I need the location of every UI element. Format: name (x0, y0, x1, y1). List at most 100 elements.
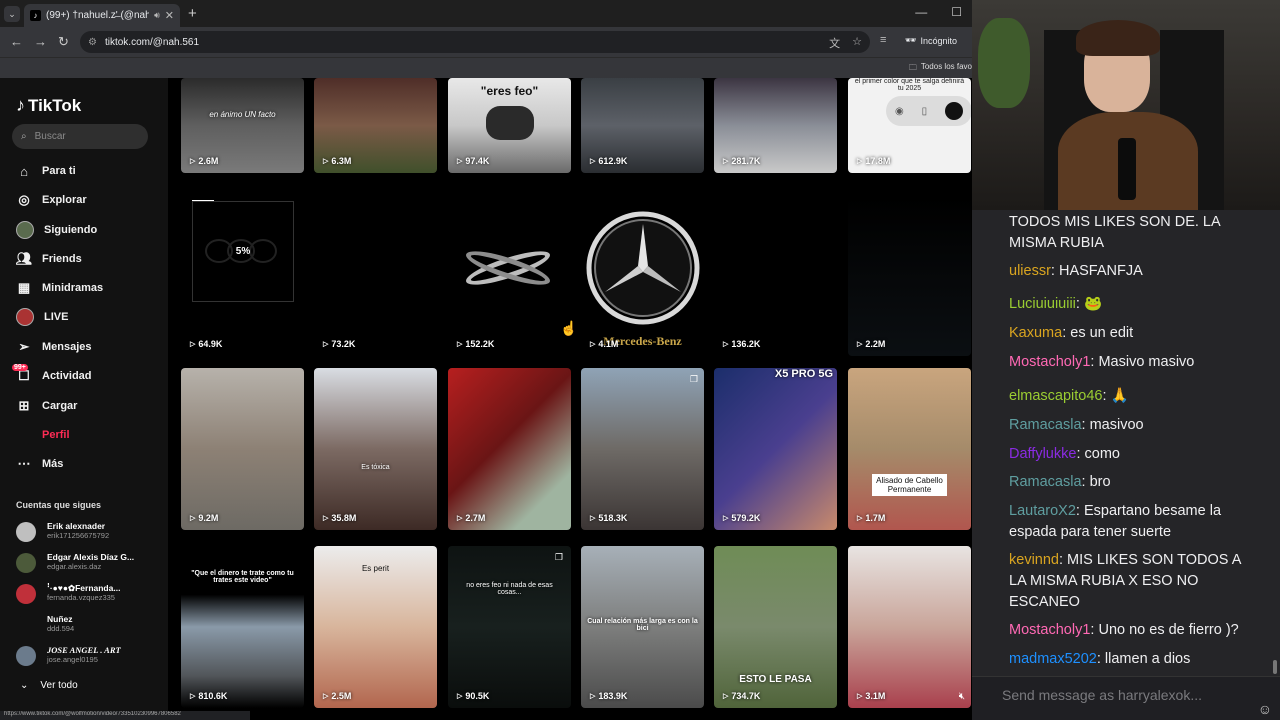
followed-account[interactable]: Erik alexnader erik171256675792 (16, 519, 156, 543)
video-tile[interactable]: ▷ 152.2K (448, 196, 571, 356)
nav-label: Explorar (42, 194, 87, 206)
speaker-icon[interactable]: 🔊︎ (154, 10, 160, 21)
nav-siguiendo[interactable]: Siguiendo (16, 220, 97, 240)
close-tab-icon[interactable]: ✕ (165, 9, 174, 22)
emoji-picker-icon[interactable]: ☺ (1258, 701, 1272, 717)
message-text: Uno no es de fierro )? (1098, 622, 1239, 638)
chat-username[interactable]: Luciuiuiuiii (1009, 296, 1076, 312)
nav-mas[interactable]: ⋯ Más (16, 454, 64, 474)
video-tile[interactable]: ▷ 136.2K (714, 196, 837, 356)
nav-minidramas[interactable]: ▦ Minidramas (16, 278, 103, 298)
chat-username[interactable]: elmascapito46 (1009, 388, 1103, 404)
video-tile[interactable]: ❐ no eres feo ni nada de esas cosas... ▷… (448, 546, 571, 708)
loading-percent: 5% (235, 246, 251, 257)
bookmark-star-icon[interactable]: ☆ (852, 35, 862, 51)
video-tile[interactable]: ▷ 281.7K (714, 78, 837, 173)
video-tile[interactable]: el primer color que te salga definirá tu… (848, 78, 971, 173)
nav-mensajes[interactable]: ➢ Mensajes (16, 337, 92, 357)
nav-cargar[interactable]: ⊞ Cargar (16, 396, 78, 416)
chat-username[interactable]: uliessr (1009, 263, 1051, 279)
video-tile[interactable]: ▷ 6.3M (314, 78, 437, 173)
chat-username[interactable]: Kaxuma (1009, 325, 1062, 341)
reload-icon[interactable]: ↻ (58, 34, 69, 50)
chat-scrollbar[interactable] (1273, 660, 1277, 674)
chat-username[interactable]: Ramacasla (1009, 474, 1082, 490)
new-tab-icon[interactable]: + (188, 5, 197, 22)
frog-emote-icon: 🐸 (1083, 296, 1103, 312)
video-tile[interactable]: Es perit ▷ 2.5M (314, 546, 437, 708)
tiktok-logo[interactable]: ♪ TikTok (16, 95, 81, 116)
notification-badge: 99+ (12, 364, 28, 371)
nav-label: Friends (42, 253, 82, 265)
followed-account[interactable]: Nuñez ddd.594 (16, 612, 156, 636)
video-tile[interactable]: Alisado de Cabello Permanente ▷ 1.7M (848, 368, 971, 530)
address-bar[interactable]: ⚙ tiktok.com/@nah.561 文 ☆ (80, 31, 870, 53)
video-tile[interactable]: ▷ 2.7M (448, 368, 571, 530)
chat-username[interactable]: kevinnd (1009, 552, 1059, 568)
followed-account[interactable]: JOSE ANGEL . ART jose.angel0195 (16, 643, 156, 667)
search-input[interactable] (34, 131, 135, 142)
tab-search-icon[interactable]: ⌄ (4, 6, 20, 22)
view-count: 97.4K (465, 156, 490, 166)
search-icon: ⌕ (21, 131, 27, 142)
nav-actividad[interactable]: ☐ 99+ Actividad (12, 364, 92, 386)
hair-shape (1076, 20, 1160, 56)
nav-explorar[interactable]: ◎ Explorar (16, 190, 87, 210)
nav-live[interactable]: LIVE (16, 307, 68, 327)
video-tile[interactable]: X5 PRO 5G ▷ 579.2K (714, 368, 837, 530)
video-tile[interactable]: Cual relación más larga es con la bici ▷… (581, 546, 704, 708)
chat-username[interactable]: Daffylukke (1009, 446, 1076, 462)
see-all-follows[interactable]: ⌄ Ver todo (20, 680, 78, 691)
video-caption: ESTO LE PASA (739, 674, 812, 685)
chat-username[interactable]: Mostacholy1 (1009, 622, 1090, 638)
chat-message: uliessr: HASFANFJA (1009, 263, 1143, 279)
account-handle: edgar.alexis.daz (47, 562, 102, 571)
video-tile[interactable]: "eres feo" ▷ 97.4K (448, 78, 571, 173)
nav-perfil[interactable]: Perfil (16, 425, 70, 445)
nav-friends[interactable]: 👥︎ Friends (16, 249, 82, 269)
avatar (16, 615, 36, 635)
tab-search-list-icon[interactable]: ≡ (880, 34, 886, 46)
minimize-icon[interactable]: — (915, 5, 927, 19)
message-text: HASFANFJA (1058, 263, 1143, 279)
video-tile[interactable]: Es tóxica ▷ 35.8M (314, 368, 437, 530)
video-tile[interactable]: ▷ 2.2M (848, 196, 971, 356)
browser-tab[interactable]: ♪ (99+) †nahuel.z'̶ (@nah.56 🔊︎ ✕ (24, 4, 180, 27)
chat-username[interactable]: LautaroX2 (1009, 503, 1076, 519)
video-caption: "eres feo" (480, 84, 539, 98)
mute-icon[interactable]: 🔇︎ (959, 691, 965, 702)
followed-account[interactable]: ꜝ·●♥●✿Fernanda... fernanda.vzquez335 (16, 581, 156, 605)
video-tile[interactable]: en ánimo UN facto ▷ 2.6M (181, 78, 304, 173)
forward-icon[interactable]: → (34, 34, 47, 49)
send-icon: ➢ (18, 339, 30, 354)
video-tile[interactable]: ▷ 9.2M (181, 368, 304, 530)
video-tile[interactable]: Mercedes-Benz ▷ 4.1M (581, 196, 704, 356)
site-info-icon[interactable]: ⚙ (88, 37, 97, 48)
account-name: Erik alexnader (47, 521, 106, 531)
incognito-indicator[interactable]: 🕶︎ Incógnito (905, 35, 957, 46)
chat-message-input[interactable] (1002, 683, 1242, 707)
video-tile[interactable]: ▷ 612.9K (581, 78, 704, 173)
chevron-down-icon: ⌄ (20, 680, 29, 691)
play-icon: ▷ (590, 158, 596, 165)
profile-icon (16, 427, 32, 443)
video-tile[interactable]: ▷ 73.2K (314, 196, 437, 356)
chat-username[interactable]: madmax5202 (1009, 651, 1097, 667)
maximize-icon[interactable]: ☐ (951, 5, 962, 19)
status-bar-url: https://www.tiktok.com/@wolfmotion/video… (0, 711, 250, 720)
view-count: 6.3M (331, 156, 352, 166)
chat-username[interactable]: Mostacholy1 (1009, 354, 1090, 370)
video-tile[interactable]: ESTO LE PASA ▷ 734.7K (714, 546, 837, 708)
translate-icon[interactable]: 文 (829, 35, 840, 51)
search-box[interactable]: ⌕ (12, 124, 148, 149)
video-tile[interactable]: 5% ▷ 64.9K (181, 196, 304, 356)
nav-para-ti[interactable]: ⌂ Para ti (16, 161, 76, 181)
chat-message: Ramacasla: bro (1009, 474, 1111, 490)
video-tile[interactable]: 🔇︎ ▷ 3.1M (848, 546, 971, 708)
back-icon[interactable]: ← (10, 34, 23, 49)
video-tile[interactable]: ❐ ▷ 518.3K (581, 368, 704, 530)
all-bookmarks[interactable]: 🗀 Todos los favo (909, 62, 972, 76)
chat-username[interactable]: Ramacasla (1009, 417, 1082, 433)
followed-account[interactable]: Edgar Alexis Díaz G... edgar.alexis.daz (16, 550, 156, 574)
video-tile[interactable]: "Que el dinero te trate como tu trates e… (181, 546, 304, 708)
